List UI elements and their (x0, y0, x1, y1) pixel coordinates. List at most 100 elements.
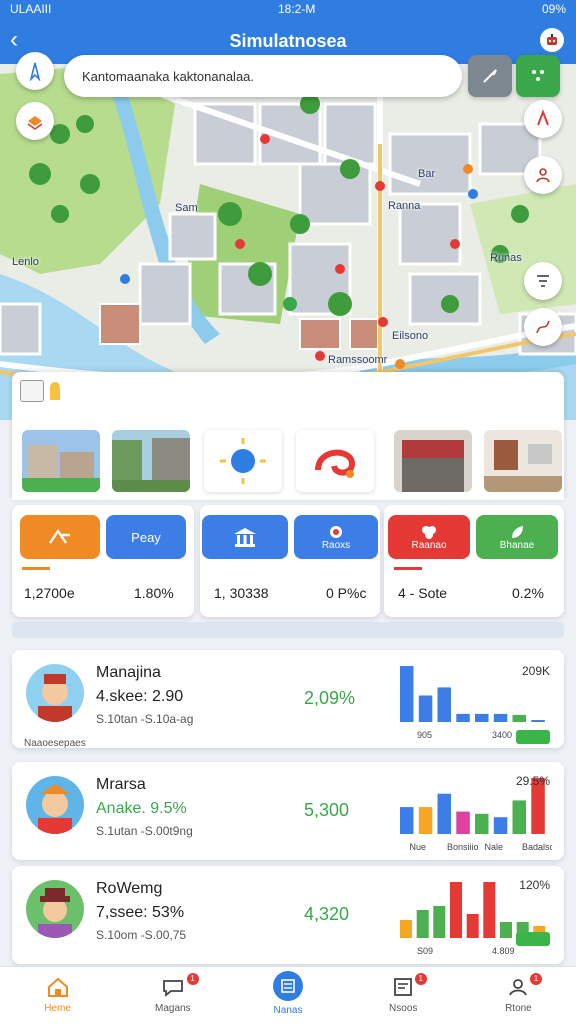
chart-x-label: S09 (417, 946, 433, 956)
item-name: Mrarsa (96, 776, 146, 793)
gallery-icon[interactable] (20, 380, 44, 402)
chart-bar (475, 713, 489, 722)
alerts-button-label: Raanao (411, 539, 447, 551)
tab-messages[interactable]: 1 Magans (115, 967, 230, 1024)
tab-label: Magans (155, 1003, 191, 1014)
rewards-button[interactable]: Raoxs (294, 515, 378, 559)
share-button[interactable] (20, 515, 100, 559)
stat-card: Peay 1,2700e 1.80% (12, 505, 194, 617)
chart-bar (512, 714, 526, 722)
tab-label: Nsoos (389, 1003, 418, 1014)
item-stat: Anake. 9.5% (96, 800, 187, 817)
battery-label: 09% (541, 2, 566, 16)
item-stat: 4.skee: 2.90 (96, 688, 184, 705)
bottom-tab-bar: Heme 1 Magans Nanas 1 Nsoos 1 Rtone (0, 966, 576, 1024)
compass-icon (29, 62, 41, 81)
stat-percent: 1.80% (134, 585, 174, 601)
user-location-button[interactable] (524, 156, 562, 194)
locate-button[interactable] (16, 52, 54, 90)
news-icon (394, 978, 413, 996)
status-bar: ULAAIII 18:2-M 09% (0, 0, 576, 18)
avatar (26, 664, 84, 722)
chart-bar (418, 695, 433, 722)
avatar-illustration (26, 664, 84, 722)
route-button[interactable] (524, 308, 562, 346)
tools-button[interactable] (468, 55, 512, 97)
chart-bar (400, 920, 412, 938)
filter-button[interactable] (524, 262, 562, 300)
eco-button[interactable]: Bhanae (476, 515, 558, 559)
leaf-icon (512, 525, 523, 538)
pay-button-label: Peay (131, 529, 161, 545)
directions-button[interactable] (524, 100, 562, 138)
city-map[interactable]: Lenlo Sam Bar Ranna Runas Eilsono Ramsso… (0, 64, 576, 420)
chart-top-value: 120% (519, 878, 550, 892)
chart-bar (475, 813, 489, 834)
accent-line (22, 567, 50, 570)
bank-button[interactable] (202, 515, 288, 559)
item-name: RoWemg (96, 880, 163, 897)
layers-button[interactable] (16, 102, 54, 140)
alerts-button[interactable]: Raanao (388, 515, 470, 559)
list-item[interactable]: Manajina 4.skee: 2.90 S.10tan -S.10a-ag … (12, 650, 564, 749)
map-options-button[interactable] (516, 55, 560, 97)
map-label: Bar (418, 168, 436, 180)
tab-profile[interactable]: 1 Rtone (461, 967, 576, 1024)
chart-bar (483, 882, 496, 938)
section-divider (12, 622, 564, 638)
profile-avatar-button[interactable] (540, 28, 564, 52)
place-photo[interactable] (22, 430, 100, 492)
list-item[interactable]: RoWemg 7,ssee: 53% S.10om -S.00,75 4,320… (12, 866, 564, 964)
tab-home[interactable]: Heme (0, 967, 115, 1024)
eco-button-label: Bhanae (499, 539, 535, 551)
filter-icon (537, 275, 549, 287)
place-photo[interactable] (394, 430, 472, 492)
item-subtitle: S.1utan -S.00t9ng (96, 824, 193, 838)
category-tile[interactable] (296, 430, 374, 492)
search-input[interactable]: Kantomaanaka kaktonanalaa. (64, 55, 462, 97)
tab-news[interactable]: 1 Nsoos (346, 967, 461, 1024)
item-subtitle: S.10tan -S.10a-ag (96, 712, 194, 726)
stat-percent: 0.2% (512, 585, 544, 601)
grid-icon (532, 70, 544, 81)
stat-percent: 0 P%c (326, 585, 367, 601)
chart-bar (450, 882, 462, 938)
tab-label: Nanas (273, 1005, 303, 1016)
place-photo[interactable] (112, 430, 190, 492)
list-item[interactable]: Mrarsa Anake. 9.5% S.1utan -S.00t9ng 5,3… (12, 762, 564, 860)
stat-card: Raanao Bhanae 4 - Sote 0.2% (384, 505, 564, 617)
map-label: Sam (175, 202, 198, 214)
app-root: ULAAIII 18:2-M 09% ‹ Simulatnosea Lenlo … (0, 0, 576, 1024)
place-photo[interactable] (484, 430, 562, 492)
directions-icon (537, 109, 549, 126)
pay-button[interactable]: Peay (106, 515, 186, 559)
green-badge (516, 730, 550, 744)
bank-icon (234, 528, 256, 547)
back-button[interactable]: ‹ (10, 26, 18, 54)
street-photo (112, 430, 190, 492)
map-label: Eilsono (392, 330, 429, 342)
chart-x-label: 4.809 (492, 946, 515, 956)
item-footer: Naaoesepaes (24, 738, 86, 749)
chart-bar (466, 914, 479, 938)
chart-bar (437, 793, 451, 834)
layers-icon (27, 116, 43, 130)
tab-center[interactable]: Nanas (230, 967, 345, 1024)
chart-bar (512, 800, 526, 834)
places-photo-strip (12, 372, 564, 500)
category-tile[interactable] (204, 430, 282, 492)
chart-bar (400, 666, 414, 722)
chart-bar (456, 713, 470, 722)
chart-bar (456, 811, 470, 834)
rewards-button-label: Raoxs (321, 539, 351, 551)
map-label: Runas (490, 252, 522, 264)
stat-card: Raoxs 1, 30338 0 P%c (200, 505, 380, 617)
chart-bar (418, 807, 433, 834)
page-title: Simulatnosea (229, 30, 347, 51)
item-subtitle: S.10om -S.00,75 (96, 928, 187, 942)
avatar-illustration (26, 880, 84, 938)
stat-value: 1, 30338 (214, 585, 269, 601)
interior-photo (484, 430, 562, 492)
avatar (26, 880, 84, 938)
item-percent: 4,320 (304, 904, 350, 924)
